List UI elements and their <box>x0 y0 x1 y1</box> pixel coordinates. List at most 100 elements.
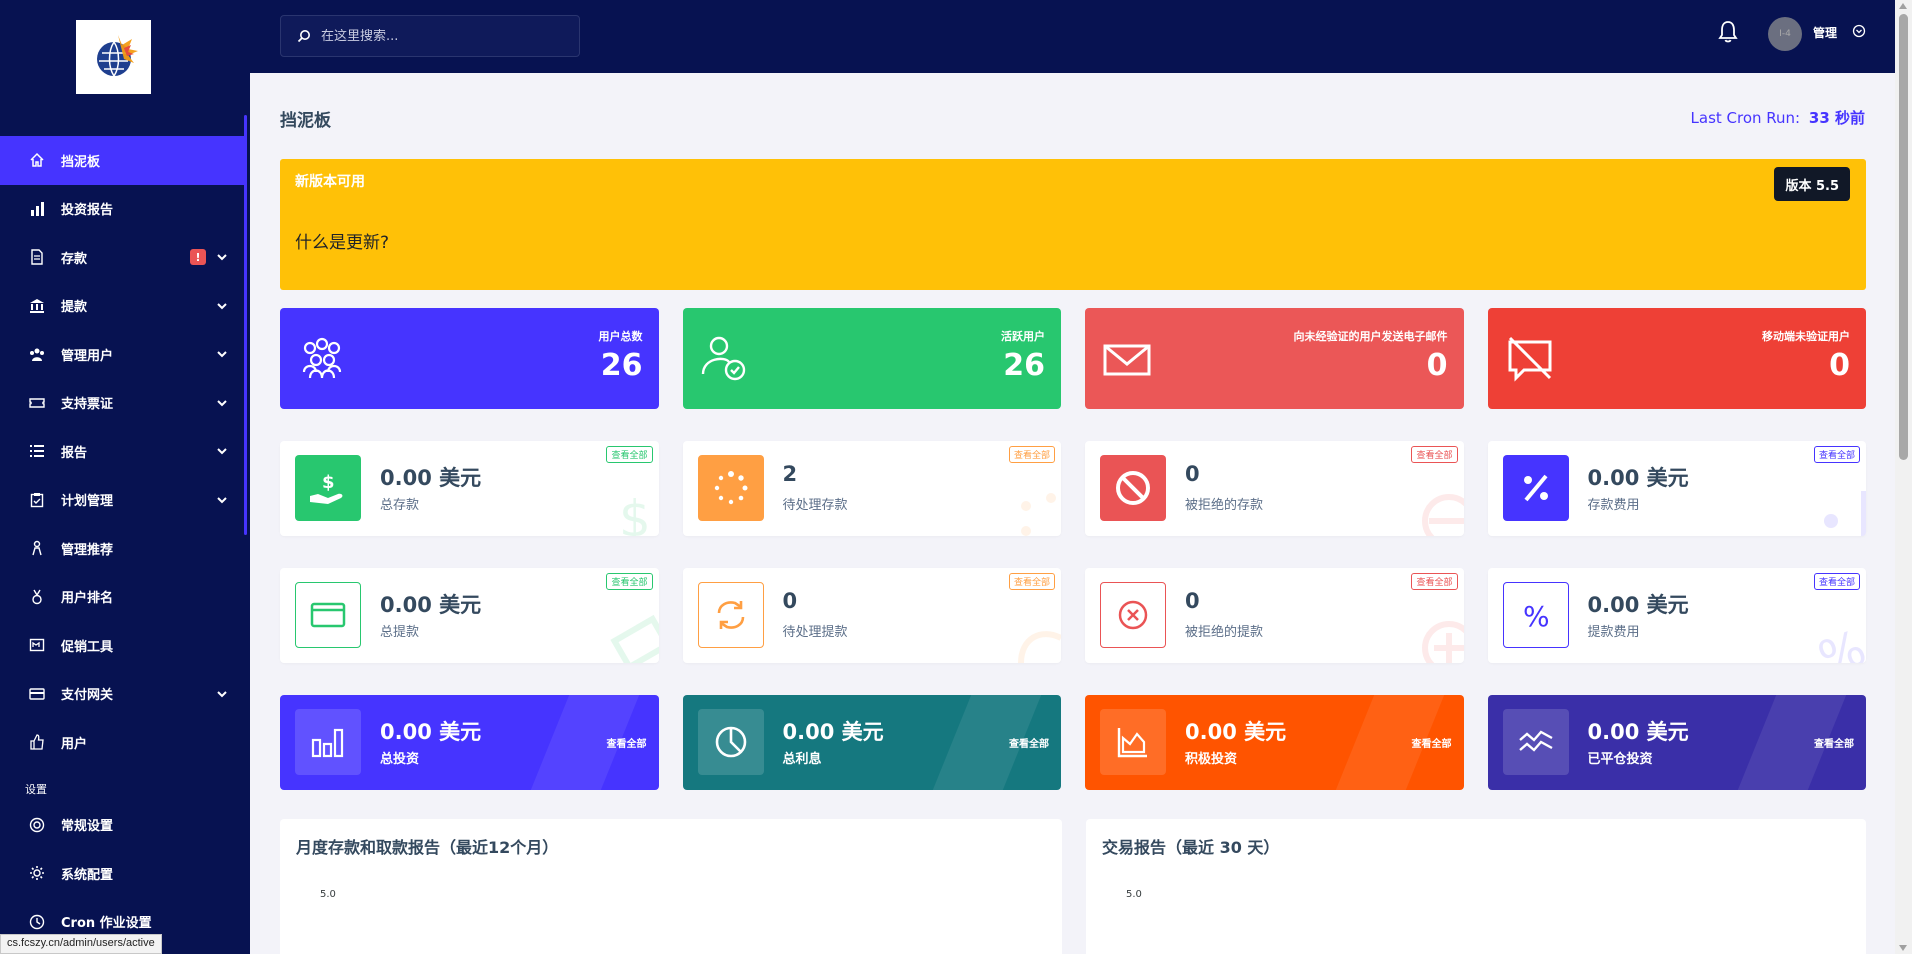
widget-label: 总投资 <box>380 752 420 767</box>
life-ring-icon <box>28 816 46 834</box>
logo[interactable] <box>76 20 151 94</box>
sidebar-item-system-config[interactable]: 系统配置 <box>0 849 246 898</box>
page-scrollbar[interactable] <box>1895 0 1912 954</box>
chevron-down-icon <box>217 303 227 310</box>
widget-label: 被拒绝的提款 <box>1185 625 1264 640</box>
times-circle-icon <box>1100 582 1166 648</box>
users-group-icon <box>302 337 342 379</box>
bank-icon <box>28 297 46 315</box>
widget-total-deposit: $ 0.00 美元 总存款 查看全部 $ <box>280 441 659 536</box>
envelope-icon <box>1103 344 1151 376</box>
stat-card-total-users[interactable]: 用户总数 26 <box>280 308 659 409</box>
stat-value: 26 <box>1003 348 1045 383</box>
svg-text:%: % <box>1523 600 1550 633</box>
sidebar-item-general-settings[interactable]: 常规设置 <box>0 801 246 850</box>
widget-label: 待处理存款 <box>782 498 848 513</box>
referral-icon <box>28 539 46 557</box>
sidebar-item-deposits[interactable]: 存款 ! <box>0 233 246 282</box>
sidebar-item-label: 投资报告 <box>61 203 114 219</box>
topbar: I-4 管理 <box>250 0 1895 73</box>
card-icon <box>28 685 46 703</box>
view-all-link[interactable]: 查看全部 <box>1008 573 1055 590</box>
view-all-button[interactable]: 查看全部 <box>1009 735 1049 750</box>
chart-card-monthly-report: 月度存款和取款报告（最近12个月） 5.0 <box>280 819 1062 954</box>
chart-bars-icon <box>295 709 361 775</box>
scrollbar-thumb[interactable] <box>1899 14 1908 460</box>
clipboard-icon <box>28 491 46 509</box>
investment-widgets-row: 0.00 美元 总投资 查看全部 0.00 美元 总利息 查看全部 0.00 美… <box>280 695 1866 790</box>
view-all-button[interactable]: 查看全部 <box>607 735 647 750</box>
sidebar-item-plan-management[interactable]: 计划管理 <box>0 476 246 525</box>
bell-icon[interactable] <box>1717 20 1739 44</box>
widget-total-interest: 0.00 美元 总利息 查看全部 <box>682 695 1061 790</box>
sidebar-item-manage-referrals[interactable]: 管理推荐 <box>0 524 246 573</box>
stat-value: 0 <box>1426 348 1448 383</box>
scroll-down-arrow-icon[interactable] <box>1899 945 1907 951</box>
admin-name[interactable]: 管理 <box>1813 24 1837 41</box>
view-all-button[interactable]: 查看全部 <box>1814 735 1854 750</box>
stat-value: 26 <box>600 348 643 383</box>
view-all-link[interactable]: 查看全部 <box>606 573 653 590</box>
clock-icon <box>28 913 46 931</box>
sidebar-item-label: 管理推荐 <box>61 542 114 558</box>
sidebar-item-label: 促销工具 <box>61 639 114 655</box>
stat-card-active-users[interactable]: 活跃用户 26 <box>682 308 1061 409</box>
widget-label: 已平仓投资 <box>1587 752 1653 767</box>
widget-label: 存款费用 <box>1587 498 1640 513</box>
view-all-link[interactable]: 查看全部 <box>606 446 653 463</box>
stat-card-mobile-unverified[interactable]: 移动端未验证用户 0 <box>1487 308 1866 409</box>
sidebar-item-manage-users[interactable]: 管理用户 <box>0 330 246 379</box>
sidebar-item-label: 挡泥板 <box>61 154 101 170</box>
view-all-link[interactable]: 查看全部 <box>1008 446 1055 463</box>
sidebar-item-label: 提款 <box>61 300 88 316</box>
percent-icon: % <box>1502 582 1569 648</box>
promo-icon <box>28 636 46 654</box>
sidebar-scrollbar[interactable] <box>244 115 247 535</box>
widget-value: 0.00 美元 <box>782 720 884 744</box>
alert-badge: ! <box>190 249 206 266</box>
chevron-down-circle-icon[interactable] <box>1852 24 1866 38</box>
home-icon <box>28 151 46 169</box>
update-banner-subtitle[interactable]: 什么是更新? <box>295 228 389 253</box>
version-button[interactable]: 版本 5.5 <box>1774 167 1850 201</box>
sidebar-item-payment-gateways[interactable]: 支付网关 <box>0 670 246 719</box>
dollar-watermark-icon: $ <box>619 490 651 536</box>
search-input[interactable] <box>321 28 561 44</box>
minus-circle-watermark-icon <box>1421 494 1464 536</box>
sidebar-item-investment-report[interactable]: 投资报告 <box>0 185 246 234</box>
sidebar-item-dashboard[interactable]: 挡泥板 <box>0 136 246 185</box>
chevron-down-icon <box>217 448 227 455</box>
sidebar-item-users[interactable]: 用户 <box>0 718 246 767</box>
sidebar-item-label: 系统配置 <box>61 867 114 883</box>
sidebar-item-withdrawals[interactable]: 提款 <box>0 282 246 331</box>
widget-label: 总提款 <box>380 625 420 640</box>
search-box[interactable] <box>280 15 580 57</box>
sidebar-item-label: 管理用户 <box>61 348 114 364</box>
avatar[interactable]: I-4 <box>1768 17 1802 51</box>
sidebar-item-label: 计划管理 <box>61 494 114 510</box>
widget-rejected-deposit: 0 被拒绝的存款 查看全部 <box>1085 441 1464 536</box>
percent-watermark-icon: % <box>1816 620 1866 663</box>
view-all-link[interactable]: 查看全部 <box>1411 446 1458 463</box>
chevron-down-icon <box>217 351 227 358</box>
view-all-link[interactable]: 查看全部 <box>1813 573 1860 590</box>
stat-card-email-unverified[interactable]: 向未经验证的用户发送电子邮件 0 <box>1085 308 1464 409</box>
view-all-link[interactable]: 查看全部 <box>1813 446 1860 463</box>
sidebar-item-label: Cron 作业设置 <box>61 916 152 932</box>
sidebar-item-support-tickets[interactable]: 支持票证 <box>0 379 246 428</box>
sidebar-item-promo-tools[interactable]: 促销工具 <box>0 621 246 670</box>
sidebar-item-reports[interactable]: 报告 <box>0 427 246 476</box>
widget-value: 0.00 美元 <box>380 466 482 490</box>
cron-label: Last Cron Run: <box>1690 109 1801 127</box>
view-all-button[interactable]: 查看全部 <box>1412 735 1452 750</box>
scroll-up-arrow-icon[interactable] <box>1899 3 1907 9</box>
widget-rejected-withdraw: 0 被拒绝的提款 查看全部 <box>1085 568 1464 663</box>
widget-pending-withdraw: 0 待处理提款 查看全部 <box>682 568 1061 663</box>
cron-value: 33 秒前 <box>1808 109 1865 127</box>
sidebar-item-user-ranking[interactable]: 用户排名 <box>0 573 246 622</box>
y-axis-tick-label: 5.0 <box>1126 889 1142 900</box>
svg-text:$: $ <box>619 490 651 536</box>
view-all-link[interactable]: 查看全部 <box>1411 573 1458 590</box>
credit-card-icon <box>295 582 361 648</box>
cron-info[interactable]: Last Cron Run: 33 秒前 <box>1691 107 1865 128</box>
